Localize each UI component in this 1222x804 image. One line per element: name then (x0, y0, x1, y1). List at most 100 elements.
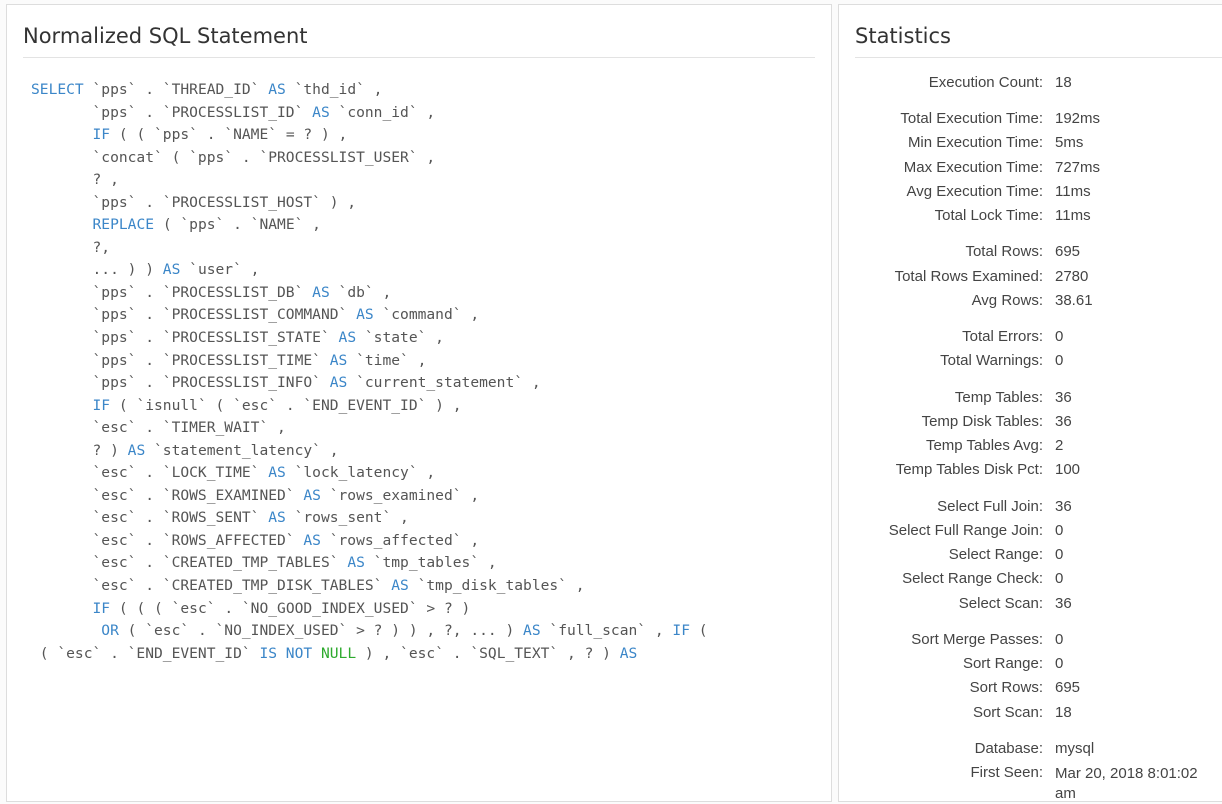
sql-line: `concat` ( `pps` . `PROCESSLIST_USER` , (31, 147, 708, 170)
stat-row: Execution Count: 18 (839, 74, 1222, 98)
sql-keyword: AS (619, 644, 638, 662)
stat-row: Select Range: 0 (839, 546, 1222, 570)
stat-row: Select Range Check: 0 (839, 570, 1222, 594)
stat-value: 11ms (1055, 207, 1091, 225)
stat-label: Total Rows: (965, 243, 1043, 261)
sql-keyword: AS (312, 283, 330, 301)
sql-text: `lock_latency` , (285, 464, 436, 482)
stat-value: 0 (1055, 655, 1064, 673)
stat-value: 36 (1055, 388, 1072, 406)
sql-text: ... ) ) (31, 261, 163, 279)
stat-value: 36 (1055, 594, 1072, 612)
stat-label: Total Errors: (962, 328, 1043, 346)
stat-row: Temp Disk Tables: 36 (839, 413, 1222, 437)
stat-value: 5ms (1055, 134, 1084, 152)
stat-row: Total Warnings: 0 (839, 352, 1222, 376)
sql-text: ( (690, 622, 708, 640)
stat-row: Avg Rows: 38.61 (839, 292, 1222, 316)
sql-text: `pps` . `PROCESSLIST_ID` (31, 103, 313, 121)
sql-text: `esc` . `CREATED_TMP_DISK_TABLES` (31, 577, 392, 595)
stat-row: Sort Merge Passes: 0 (839, 631, 1222, 655)
stat-value: 100 (1055, 461, 1081, 479)
stat-value: 0 (1055, 521, 1064, 539)
stat-label: Select Full Join: (937, 497, 1043, 515)
sql-literal: NULL (320, 644, 357, 662)
sql-text: ) , `esc` . `SQL_TEXT` , ? ) (356, 644, 620, 662)
sql-keyword: AS (329, 351, 348, 369)
stat-value: 18 (1055, 703, 1072, 721)
sql-keyword: SELECT (31, 81, 84, 98)
sql-text: `esc` . `ROWS_AFFECTED` (31, 531, 304, 549)
stat-label: Min Execution Time: (907, 134, 1043, 152)
sql-keyword: AS (268, 81, 286, 98)
sql-text: `pps` . `THREAD_ID` (83, 81, 269, 98)
stat-label: Total Lock Time: (934, 207, 1043, 225)
stat-value: 695 (1055, 679, 1081, 697)
stat-label: Sort Range: (962, 655, 1043, 673)
sql-keyword: IF (672, 622, 690, 640)
sql-text: `esc` . `TIMER_WAIT` , (31, 419, 286, 437)
stat-value: Mar 20, 2018 8:01:02 am (1055, 765, 1198, 803)
sql-text: `pps` . `PROCESSLIST_INFO` (31, 374, 330, 392)
stat-label: Temp Tables Avg: (925, 437, 1043, 455)
stat-value: 11ms (1055, 183, 1091, 200)
stat-label: Select Full Range Join: (888, 521, 1043, 539)
stat-label: Execution Count: (928, 74, 1043, 91)
sql-text: `statement_latency` , (145, 441, 339, 459)
stat-row: Select Scan: 36 (839, 595, 1222, 619)
sql-text: `pps` . `PROCESSLIST_HOST` ) , (31, 193, 357, 211)
stat-label: First Seen: (970, 764, 1043, 782)
stat-value: 0 (1055, 352, 1064, 370)
sql-line: IF ( ( `pps` . `NAME` = ? ) , (31, 124, 708, 147)
stat-value: 0 (1055, 570, 1064, 588)
sql-keyword: AS (303, 486, 321, 504)
stat-row: Temp Tables Disk Pct: 100 (839, 461, 1222, 485)
stat-label: Sort Rows: (969, 679, 1043, 697)
stat-row: Temp Tables: 36 (839, 389, 1222, 413)
sql-keyword: REPLACE (92, 216, 155, 234)
sql-text: `state` , (356, 329, 444, 347)
sql-line: `pps` . `PROCESSLIST_DB` AS `db` , (31, 282, 708, 305)
sql-keyword: IF (92, 396, 111, 414)
stat-value: 38.61 (1055, 292, 1093, 309)
stat-label: Database: (974, 739, 1043, 757)
sql-text: `esc` . `ROWS_SENT` (31, 509, 269, 527)
stat-label: Temp Tables Disk Pct: (895, 461, 1043, 479)
sql-line: `esc` . `CREATED_TMP_TABLES` AS `tmp_tab… (31, 552, 708, 575)
sql-text: `user` , (180, 261, 260, 279)
stat-value: mysql (1055, 739, 1095, 757)
stat-label: Sort Scan: (972, 703, 1043, 721)
sql-text: `tmp_disk_tables` , (408, 577, 585, 595)
stat-row: Select Full Range Join: 0 (839, 522, 1222, 546)
stat-value: 0 (1055, 630, 1064, 648)
stat-row: Max Execution Time: 727ms (839, 159, 1222, 183)
stat-label: Select Range: (948, 546, 1043, 564)
sql-text: ? , (31, 171, 119, 189)
stat-value: 0 (1055, 328, 1064, 346)
stat-row: Total Rows Examined: 2780 (839, 268, 1222, 292)
sql-line: `esc` . `LOCK_TIME` AS `lock_latency` , (31, 462, 708, 485)
sql-text: `pps` . `PROCESSLIST_STATE` (31, 329, 339, 347)
sql-line: IF ( ( ( `esc` . `NO_GOOD_INDEX_USED` > … (31, 598, 708, 621)
sql-line: `esc` . `ROWS_EXAMINED` AS `rows_examine… (31, 485, 708, 508)
sql-line: ? , (31, 169, 708, 192)
stat-label: Temp Tables: (954, 388, 1043, 406)
stat-row: Min Execution Time: 5ms (839, 134, 1222, 158)
statistics-panel: Statistics Execution Count: 18 Total Execu… (838, 4, 1222, 802)
sql-line: `esc` . `CREATED_TMP_DISK_TABLES` AS `tm… (31, 575, 708, 598)
sql-keyword: AS (523, 622, 541, 640)
sql-keyword: IF (92, 126, 111, 144)
sql-text: `command` , (373, 306, 480, 324)
sql-text: `esc` . `CREATED_TMP_TABLES` (31, 554, 348, 572)
stat-value: 727ms (1055, 158, 1101, 176)
sql-line: OR ( `esc` . `NO_INDEX_USED` > ? ) ) , ?… (31, 620, 708, 643)
sql-keyword: AS (127, 441, 146, 459)
sql-text: `esc` . `ROWS_EXAMINED` (31, 486, 304, 504)
sql-keyword: OR (101, 622, 119, 640)
stat-row: Avg Execution Time: 11ms (839, 183, 1222, 207)
stat-value: 192ms (1055, 110, 1101, 128)
